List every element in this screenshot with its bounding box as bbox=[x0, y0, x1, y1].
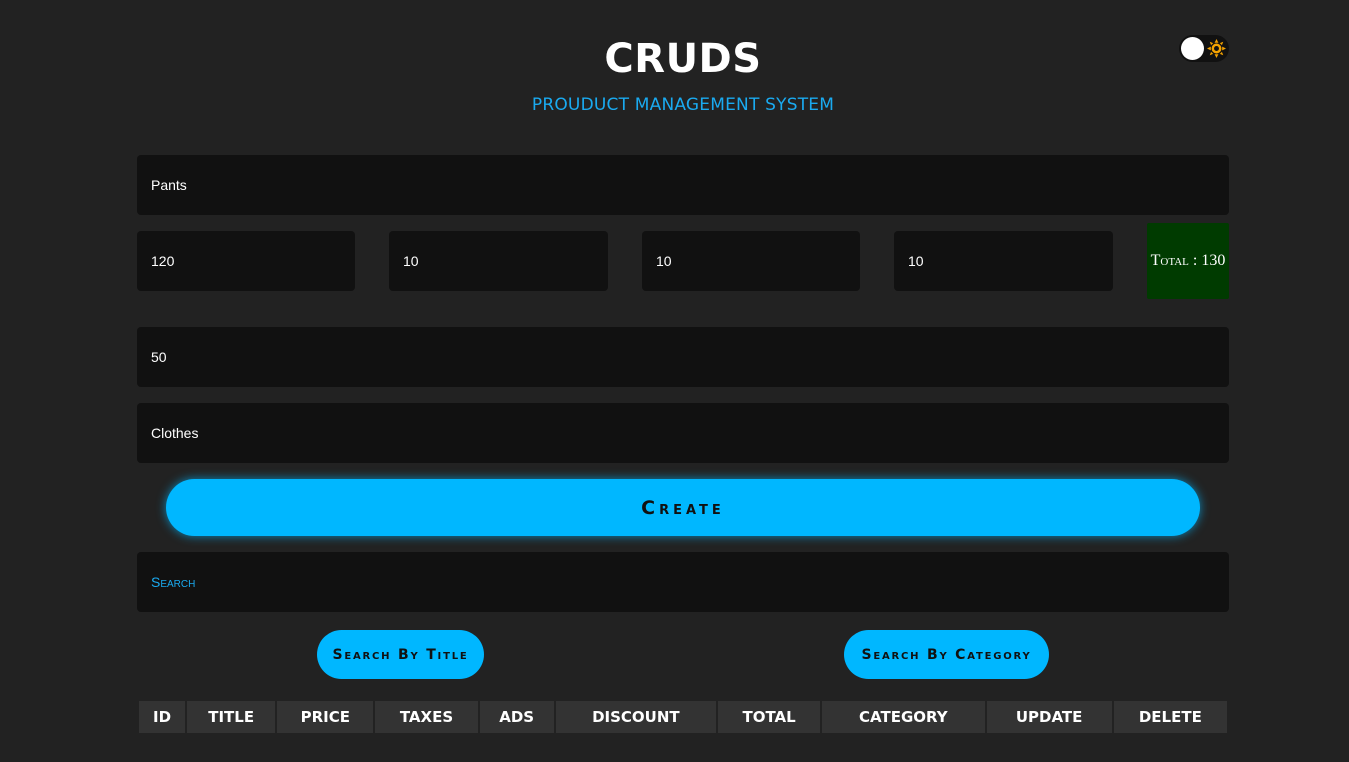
column-header-delete: DELETE bbox=[1113, 701, 1227, 733]
column-header-title: TITLE bbox=[187, 701, 276, 733]
taxes-input[interactable] bbox=[389, 231, 608, 291]
toggle-knob bbox=[1181, 37, 1204, 60]
column-header-total: TOTAL bbox=[718, 701, 821, 733]
column-header-discount: DISCOUNT bbox=[555, 701, 717, 733]
page-title: CRUDS bbox=[604, 36, 762, 82]
search-input[interactable] bbox=[137, 552, 1229, 612]
total-label: Total : 130 bbox=[1150, 252, 1226, 269]
create-button[interactable]: Create bbox=[166, 479, 1200, 536]
sun-icon bbox=[1207, 39, 1226, 58]
column-header-taxes: TAXES bbox=[375, 701, 478, 733]
column-header-price: PRICE bbox=[277, 701, 374, 733]
category-input[interactable] bbox=[137, 403, 1229, 463]
column-header-ads: ADS bbox=[479, 701, 554, 733]
column-header-update: UPDATE bbox=[986, 701, 1112, 733]
count-input[interactable] bbox=[137, 327, 1229, 387]
products-table: ID TITLE PRICE TAXES ADS DISCOUNT TOTAL … bbox=[137, 699, 1229, 735]
price-input[interactable] bbox=[137, 231, 355, 291]
discount-input[interactable] bbox=[894, 231, 1113, 291]
search-by-title-button[interactable]: Search By Title bbox=[317, 630, 484, 679]
column-header-id: ID bbox=[139, 701, 186, 733]
ads-input[interactable] bbox=[642, 231, 860, 291]
total-display: Total : 130 bbox=[1147, 223, 1229, 299]
crud-app: CRUDS PROUDUCT MANAGEMENT SYSTEM Total :… bbox=[0, 0, 1349, 762]
theme-toggle[interactable] bbox=[1179, 35, 1229, 62]
column-header-category: CATEGORY bbox=[822, 701, 985, 733]
title-input[interactable] bbox=[137, 155, 1229, 215]
table-header-row: ID TITLE PRICE TAXES ADS DISCOUNT TOTAL … bbox=[139, 701, 1227, 733]
page-subtitle: PROUDUCT MANAGEMENT SYSTEM bbox=[531, 95, 835, 115]
search-by-category-button[interactable]: Search By Category bbox=[844, 630, 1049, 679]
